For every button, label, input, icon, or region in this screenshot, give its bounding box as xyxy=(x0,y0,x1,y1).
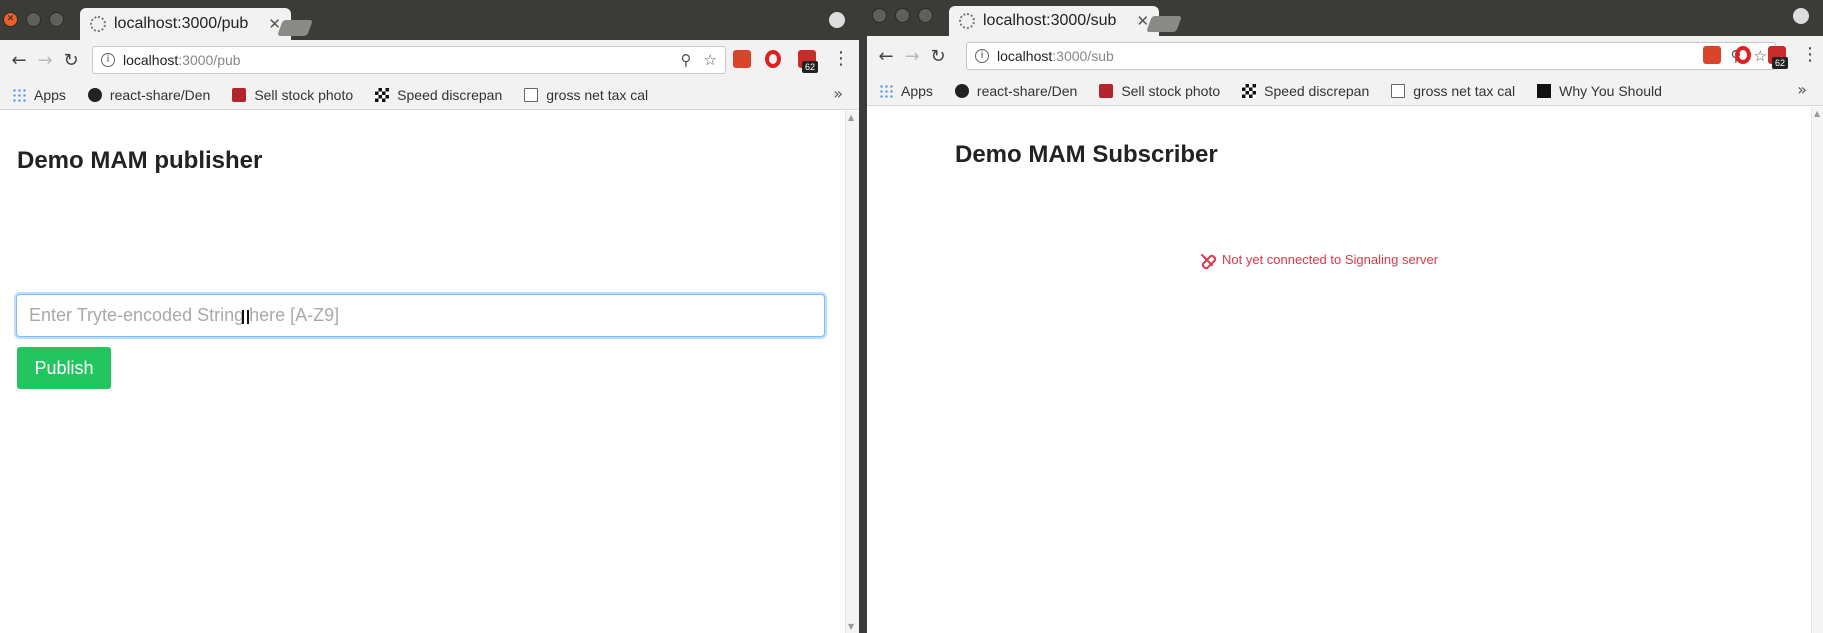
forward-icon[interactable]: → xyxy=(32,50,58,71)
extension-fire-icon[interactable] xyxy=(1703,46,1721,64)
url-path: :3000/pub xyxy=(178,52,241,68)
url-host: localhost xyxy=(997,48,1053,64)
bookmark-speed[interactable]: Speed discrepan xyxy=(375,87,502,103)
apps-icon xyxy=(12,87,26,102)
title-bar: localhost:3000/sub ✕ xyxy=(867,0,1823,36)
unlink-icon xyxy=(1200,253,1214,267)
window-divider xyxy=(859,0,867,633)
url-host: localhost xyxy=(123,52,179,68)
new-tab-button[interactable] xyxy=(277,20,313,36)
zoom-icon[interactable]: ⚲ xyxy=(681,51,692,69)
vertical-scrollbar[interactable]: ▲ xyxy=(1811,107,1823,633)
page-content: Demo MAM Subscriber Not yet connected to… xyxy=(867,107,1811,633)
status-text: Not yet connected to Signaling server xyxy=(1222,252,1439,267)
github-icon xyxy=(87,87,102,102)
github-icon xyxy=(954,83,969,98)
bookmark-gross-net[interactable]: gross net tax cal xyxy=(1391,83,1515,99)
bookmarks-overflow-icon[interactable]: » xyxy=(1797,80,1807,99)
minimize-window-button[interactable] xyxy=(26,12,41,27)
page-icon xyxy=(1391,83,1406,98)
browser-tab-pub[interactable]: localhost:3000/pub ✕ xyxy=(80,8,291,40)
back-icon[interactable]: ← xyxy=(873,46,899,67)
browser-toolbar: ← → ↻ i localhost:3000/pub ⚲ ☆ 62 ⋮ xyxy=(0,40,859,80)
bookmarks-bar: Apps react-share/Den Sell stock photo Sp… xyxy=(867,76,1823,106)
browser-tab-sub[interactable]: localhost:3000/sub ✕ xyxy=(949,6,1160,36)
bookmark-why-you-should[interactable]: Why You Should xyxy=(1537,83,1662,99)
page-title: Demo MAM Subscriber xyxy=(955,141,1218,168)
bookmark-apps[interactable]: Apps xyxy=(879,83,933,99)
apps-icon xyxy=(879,83,893,98)
close-window-button[interactable]: ✕ xyxy=(3,12,18,27)
site-info-icon[interactable]: i xyxy=(975,49,989,63)
bookmarks-overflow-icon[interactable]: » xyxy=(833,84,843,103)
publish-button[interactable]: Publish xyxy=(17,347,111,389)
bookmark-sell-stock[interactable]: Sell stock photo xyxy=(232,87,353,103)
back-icon[interactable]: ← xyxy=(6,50,32,71)
checker-icon xyxy=(375,87,390,102)
vertical-scrollbar[interactable]: ▲ ▼ xyxy=(845,111,859,633)
browser-toolbar: ← → ↻ i localhost:3000/sub ⚲ ☆ 62 ⋮ xyxy=(867,36,1823,76)
opera-extension-icon[interactable] xyxy=(1735,46,1751,64)
bookmark-react-share[interactable]: react-share/Den xyxy=(87,87,210,103)
maximize-window-button[interactable] xyxy=(918,8,933,23)
scroll-up-icon[interactable]: ▲ xyxy=(848,113,854,122)
extension-badge: 62 xyxy=(802,61,819,73)
title-bar: ✕ localhost:3000/pub ✕ xyxy=(0,0,859,40)
stock-icon xyxy=(1099,83,1114,98)
site-info-icon[interactable]: i xyxy=(101,53,115,67)
bookmarks-bar: Apps react-share/Den Sell stock photo Sp… xyxy=(0,80,859,110)
scroll-up-icon[interactable]: ▲ xyxy=(1814,109,1820,118)
bookmark-speed[interactable]: Speed discrepan xyxy=(1242,83,1369,99)
stock-icon xyxy=(232,87,247,102)
reload-icon[interactable]: ↻ xyxy=(925,46,951,67)
favicon-icon xyxy=(90,16,106,32)
bookmark-star-icon[interactable]: ☆ xyxy=(704,51,717,69)
browser-menu-icon[interactable]: ⋮ xyxy=(1801,44,1819,65)
bookmark-react-share[interactable]: react-share/Den xyxy=(954,83,1077,99)
opera-extension-icon[interactable] xyxy=(765,50,781,68)
address-bar[interactable]: i localhost:3000/pub ⚲ ☆ xyxy=(92,46,726,74)
favicon-icon xyxy=(959,13,975,29)
new-tab-button[interactable] xyxy=(1146,16,1182,32)
bookmark-apps[interactable]: Apps xyxy=(12,87,66,103)
bookmark-star-icon[interactable]: ☆ xyxy=(1754,47,1767,65)
tryte-input[interactable] xyxy=(16,294,825,337)
browser-window-publisher: ✕ localhost:3000/pub ✕ ← → ↻ i localhost… xyxy=(0,0,859,633)
text-cursor-icon xyxy=(242,310,249,324)
extension-badge: 62 xyxy=(1772,57,1789,69)
address-bar[interactable]: i localhost:3000/sub ⚲ ☆ xyxy=(966,42,1776,70)
reload-icon[interactable]: ↻ xyxy=(58,50,84,71)
close-window-button[interactable] xyxy=(872,8,887,23)
checker-icon xyxy=(1242,83,1257,98)
url-path: :3000/sub xyxy=(1052,48,1114,64)
maximize-window-button[interactable] xyxy=(49,12,64,27)
page-title: Demo MAM publisher xyxy=(17,147,263,174)
page-icon xyxy=(524,87,539,102)
profile-icon[interactable] xyxy=(1793,8,1809,24)
connection-status: Not yet connected to Signaling server xyxy=(1200,252,1438,267)
page-content: Demo MAM publisher Publish xyxy=(0,111,845,633)
browser-menu-icon[interactable]: ⋮ xyxy=(832,48,850,69)
medium-icon xyxy=(1537,83,1552,98)
browser-window-subscriber: localhost:3000/sub ✕ ← → ↻ i localhost:3… xyxy=(867,0,1823,633)
profile-icon[interactable] xyxy=(829,12,845,28)
scroll-down-icon[interactable]: ▼ xyxy=(848,622,854,631)
forward-icon[interactable]: → xyxy=(899,46,925,67)
bookmark-sell-stock[interactable]: Sell stock photo xyxy=(1099,83,1220,99)
bookmark-gross-net[interactable]: gross net tax cal xyxy=(524,87,648,103)
tab-title: localhost:3000/sub xyxy=(983,12,1117,29)
minimize-window-button[interactable] xyxy=(895,8,910,23)
extension-fire-icon[interactable] xyxy=(733,50,751,68)
tab-title: localhost:3000/pub xyxy=(114,15,249,32)
